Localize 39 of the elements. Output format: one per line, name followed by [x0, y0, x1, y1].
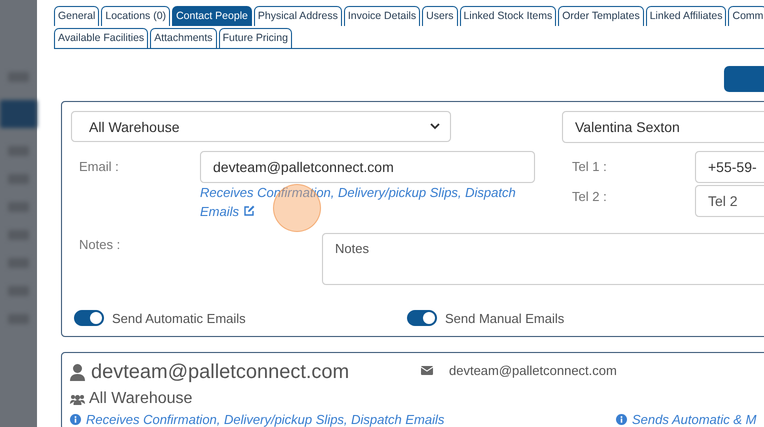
- tab[interactable]: Invoice Details: [344, 6, 420, 26]
- contact-group: All Warehouse: [89, 390, 192, 408]
- sending-info-link[interactable]: Sends Automatic & M: [632, 410, 757, 427]
- tab[interactable]: Comm: [728, 6, 764, 26]
- tab[interactable]: Future Pricing: [218, 28, 292, 48]
- toggle-label: Send Manual Emails: [445, 310, 564, 326]
- tab[interactable]: Available Facilities: [54, 28, 148, 48]
- tab[interactable]: Order Templates: [558, 6, 644, 26]
- edit-icon[interactable]: [243, 205, 256, 217]
- field-label: Notes :: [78, 236, 122, 254]
- field-label: Tel 2 :: [571, 188, 608, 206]
- warehouse-select[interactable]: All Warehouse: [71, 111, 451, 142]
- field-label: Tel 1 :: [571, 158, 608, 176]
- contact-email: devteam@palletconnect.com: [449, 363, 617, 378]
- name-field[interactable]: Valentina Sexton: [562, 111, 764, 143]
- field-label: Email :: [78, 158, 120, 176]
- toggle-label: Send Automatic Emails: [112, 310, 246, 326]
- contact-name: devteam@palletconnect.com: [91, 361, 350, 384]
- info-icon: [70, 414, 81, 425]
- tab[interactable]: Attachments: [150, 28, 217, 48]
- toggle-switch[interactable]: [407, 310, 437, 326]
- tab[interactable]: General: [54, 6, 100, 26]
- users-icon: [70, 394, 85, 404]
- email-types-link[interactable]: Receives Confirmation, Delivery/pickup Slips, Dispatch Emails: [86, 410, 444, 427]
- info-icon: [616, 414, 627, 425]
- notes-field[interactable]: Notes: [322, 233, 764, 285]
- user-icon: [70, 364, 85, 381]
- tab[interactable]: Locations (0): [101, 6, 170, 26]
- tab[interactable]: Physical Address: [254, 6, 342, 26]
- tab[interactable]: Linked Affiliates: [646, 6, 726, 26]
- tel-field[interactable]: Tel 2: [695, 185, 764, 217]
- tel-field[interactable]: +55-59-: [695, 151, 764, 183]
- tab[interactable]: Contact People: [172, 6, 252, 26]
- envelope-icon: [421, 366, 433, 375]
- toggle-switch[interactable]: [74, 310, 104, 326]
- chevron-down-icon: [430, 123, 440, 130]
- tab[interactable]: Linked Stock Items: [460, 6, 556, 26]
- email-field[interactable]: devteam@palletconnect.com: [200, 151, 535, 183]
- tab[interactable]: Users: [422, 6, 458, 26]
